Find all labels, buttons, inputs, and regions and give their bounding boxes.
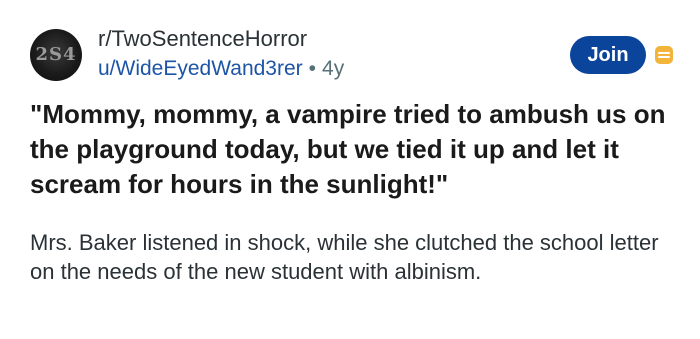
post-meta: u/WideEyedWand3rer • 4y <box>98 56 344 82</box>
meta-separator: • <box>308 57 317 80</box>
subreddit-avatar[interactable]: 2S4 <box>30 29 82 81</box>
subreddit-name[interactable]: r/TwoSentenceHorror <box>98 26 307 52</box>
join-button[interactable]: Join <box>570 36 646 74</box>
mod-shield-icon[interactable] <box>655 46 673 64</box>
post-body: Mrs. Baker listened in shock, while she … <box>30 230 659 284</box>
post-card: 2S4 r/TwoSentenceHorror u/WideEyedWand3r… <box>0 0 700 339</box>
avatar-logo-text: 2S4 <box>35 44 77 65</box>
author-link[interactable]: u/WideEyedWand3rer <box>98 57 303 80</box>
post-title[interactable]: "Mommy, mommy, a vampire tried to ambush… <box>30 97 680 202</box>
post-age: 4y <box>322 57 345 80</box>
